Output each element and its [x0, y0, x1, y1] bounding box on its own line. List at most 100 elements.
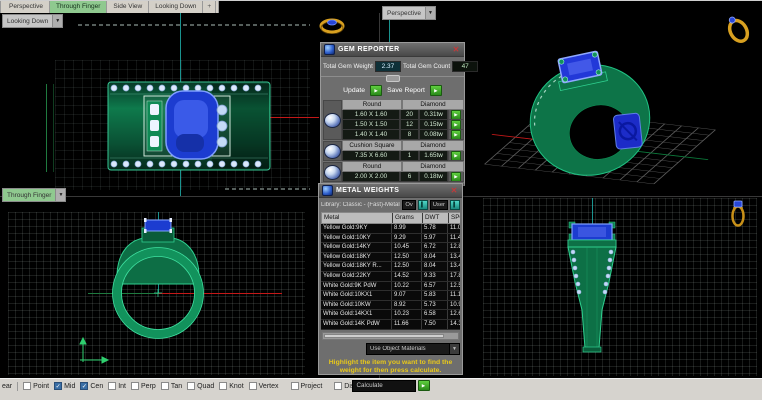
gem-select-button[interactable]: ▶	[451, 120, 461, 130]
osnap-cen[interactable]: Cen	[80, 382, 103, 390]
gem-table: Round Diamond 1.60 X 1.60 20 0.31tw ▶ 1.…	[323, 100, 462, 182]
gem-row[interactable]: 7.35 X 6.60 1 1.65tw ▶	[342, 151, 464, 161]
gem-shape-header: Cushion Square	[342, 141, 402, 151]
ring-widget-icon[interactable]	[724, 14, 752, 46]
col-spg: SPG	[448, 213, 460, 223]
col-grams: Grams	[392, 213, 422, 223]
gem-weight: 0.15tw	[419, 120, 448, 130]
osnap-checkbox-int[interactable]	[108, 382, 116, 390]
metal-row[interactable]: Yellow Gold:22KY14.529.3317.8	[321, 272, 460, 282]
gem-type-header: Diamond	[402, 100, 464, 110]
metal-row[interactable]: Yellow Gold:10KY9.295.9711.4	[321, 234, 460, 244]
metal-row[interactable]: White Gold:10KW8.925.7310.9	[321, 301, 460, 311]
gem-row[interactable]: 1.60 X 1.60 20 0.31tw ▶	[342, 110, 464, 120]
ov-button[interactable]: Ov	[402, 200, 415, 210]
gem-row[interactable]: 1.40 X 1.40 8 0.08tw ▶	[342, 130, 464, 140]
metal-row[interactable]: White Gold:10KX19.075.8311.1	[321, 291, 460, 301]
osnap-checkbox-perp[interactable]	[131, 382, 139, 390]
scrollbar-thumb[interactable]	[324, 334, 444, 338]
add-tab-button[interactable]: +	[203, 1, 216, 13]
close-icon[interactable]: ✕	[451, 45, 461, 55]
chevron-down-icon[interactable]: ▼	[55, 189, 65, 201]
gem-select-button[interactable]: ▶	[451, 151, 461, 161]
chevron-down-icon[interactable]: ▼	[52, 15, 62, 27]
save-report-button[interactable]: ▶	[430, 85, 442, 96]
update-button[interactable]: ▶	[370, 85, 382, 96]
metal-row[interactable]: Yellow Gold:9KY8.995.7811.0	[321, 224, 460, 234]
metal-row[interactable]: Yellow Gold:14KY10.456.7212.8	[321, 243, 460, 253]
ring-render-perspective	[470, 25, 750, 190]
gem-icon	[324, 165, 341, 180]
viewport-label-looking-down[interactable]: Looking Down ▼	[2, 14, 63, 28]
gem-weight: 0.31tw	[419, 110, 448, 120]
osnap-project[interactable]: Project	[291, 382, 323, 390]
gem-size: 1.50 X 1.50	[342, 120, 400, 130]
gem-weight: 0.08tw	[419, 130, 448, 140]
gem-select-button[interactable]: ▶	[451, 110, 461, 120]
gem-reporter-titlebar[interactable]: GEM REPORTER ✕	[321, 43, 464, 57]
panel-splitter[interactable]	[321, 76, 464, 83]
tab-through-finger[interactable]: Through Finger	[50, 1, 107, 13]
user-toggle-icon[interactable]: ▌	[450, 200, 460, 210]
gem-actions-row: Update ▶ Save Report ▶	[321, 83, 464, 100]
viewport-label-text: Perspective	[387, 10, 421, 17]
ring-widget-icon[interactable]	[317, 16, 347, 34]
gem-row[interactable]: 2.00 X 2.00 6 0.18tw ▶	[342, 172, 464, 182]
gem-select-button[interactable]: ▶	[451, 130, 461, 140]
osnap-checkbox-point[interactable]	[23, 382, 31, 390]
osnap-checkbox-knot[interactable]	[219, 382, 227, 390]
metal-row[interactable]: White Gold:9K PdW10.226.5712.5	[321, 282, 460, 292]
osnap-tan[interactable]: Tan	[161, 382, 182, 390]
metal-row[interactable]: Yellow Gold:18KY R...12.508.0413.4	[321, 262, 460, 272]
tab-looking-down[interactable]: Looking Down	[149, 1, 203, 13]
ring-render-top-view	[100, 74, 280, 178]
tab-perspective[interactable]: Perspective	[3, 1, 50, 13]
user-button[interactable]: User	[430, 200, 448, 210]
tab-side-view[interactable]: Side View	[107, 1, 149, 13]
metal-weights-titlebar[interactable]: METAL WEIGHTS ✕	[319, 184, 462, 198]
osnap-checkbox-quad[interactable]	[187, 382, 195, 390]
osnap-near[interactable]: ear	[2, 382, 18, 391]
materials-dropdown[interactable]: Use Object Materials ▼	[366, 343, 460, 355]
gem-type-header: Diamond	[402, 162, 464, 172]
close-icon[interactable]: ✕	[449, 186, 459, 196]
gem-select-button[interactable]: ▶	[451, 172, 461, 182]
osnap-checkbox-mid[interactable]	[54, 382, 62, 390]
osnap-point[interactable]: Point	[23, 382, 49, 390]
gem-row[interactable]: 1.50 X 1.50 12 0.15tw ▶	[342, 120, 464, 130]
viewport-label-through-finger[interactable]: Through Finger ▼	[2, 188, 66, 202]
total-gem-count-value[interactable]: 47	[452, 61, 478, 72]
col-dwt: DWT	[422, 213, 448, 223]
metal-table: Metal Grams DWT SPG Yellow Gold:9KY8.995…	[321, 212, 460, 330]
chevron-down-icon[interactable]: ▼	[449, 344, 459, 354]
osnap-quad[interactable]: Quad	[187, 382, 214, 390]
osnap-knot[interactable]: Knot	[219, 382, 243, 390]
grid-edge-ticks	[225, 188, 310, 190]
ring-render-profile	[8, 212, 308, 378]
calculate-go-button[interactable]: ▶	[418, 380, 430, 391]
osnap-checkbox-tan[interactable]	[161, 382, 169, 390]
metal-row[interactable]: White Gold:14KX110.236.5812.6	[321, 310, 460, 320]
viewport-label-perspective[interactable]: Perspective ▼	[382, 6, 436, 20]
osnap-int[interactable]: Int	[108, 382, 126, 390]
osnap-checkbox-cen[interactable]	[80, 382, 88, 390]
metal-weights-panel: METAL WEIGHTS ✕ Library: Classic - (Fast…	[318, 183, 463, 375]
splitter-handle-icon[interactable]	[386, 75, 400, 82]
osnap-mid[interactable]: Mid	[54, 382, 75, 390]
metal-row[interactable]: Yellow Gold:18KY12.508.0413.4	[321, 253, 460, 263]
osnap-perp[interactable]: Perp	[131, 382, 156, 390]
axis-gizmo-icon	[80, 338, 108, 363]
calculate-button[interactable]: Calculate	[352, 380, 416, 392]
ov-toggle-icon[interactable]: ▌	[418, 200, 428, 210]
library-row: Library: Classic - (Fast)-Metal Ov ▌ Use…	[319, 198, 462, 212]
total-gem-weight-value[interactable]: 2.37	[375, 61, 401, 72]
osnap-checkbox-vertex[interactable]	[249, 382, 257, 390]
metal-row[interactable]: White Gold:14K PdW11.667.5014.3	[321, 320, 460, 330]
panel-title: METAL WEIGHTS	[336, 187, 446, 194]
osnap-vertex[interactable]: Vertex	[249, 382, 279, 390]
materials-dropdown-value: Use Object Materials	[367, 346, 449, 352]
chevron-down-icon[interactable]: ▼	[425, 7, 435, 19]
ring-widget-icon[interactable]	[726, 199, 750, 229]
horizontal-scrollbar[interactable]	[322, 332, 459, 340]
osnap-checkbox-project[interactable]	[291, 382, 299, 390]
